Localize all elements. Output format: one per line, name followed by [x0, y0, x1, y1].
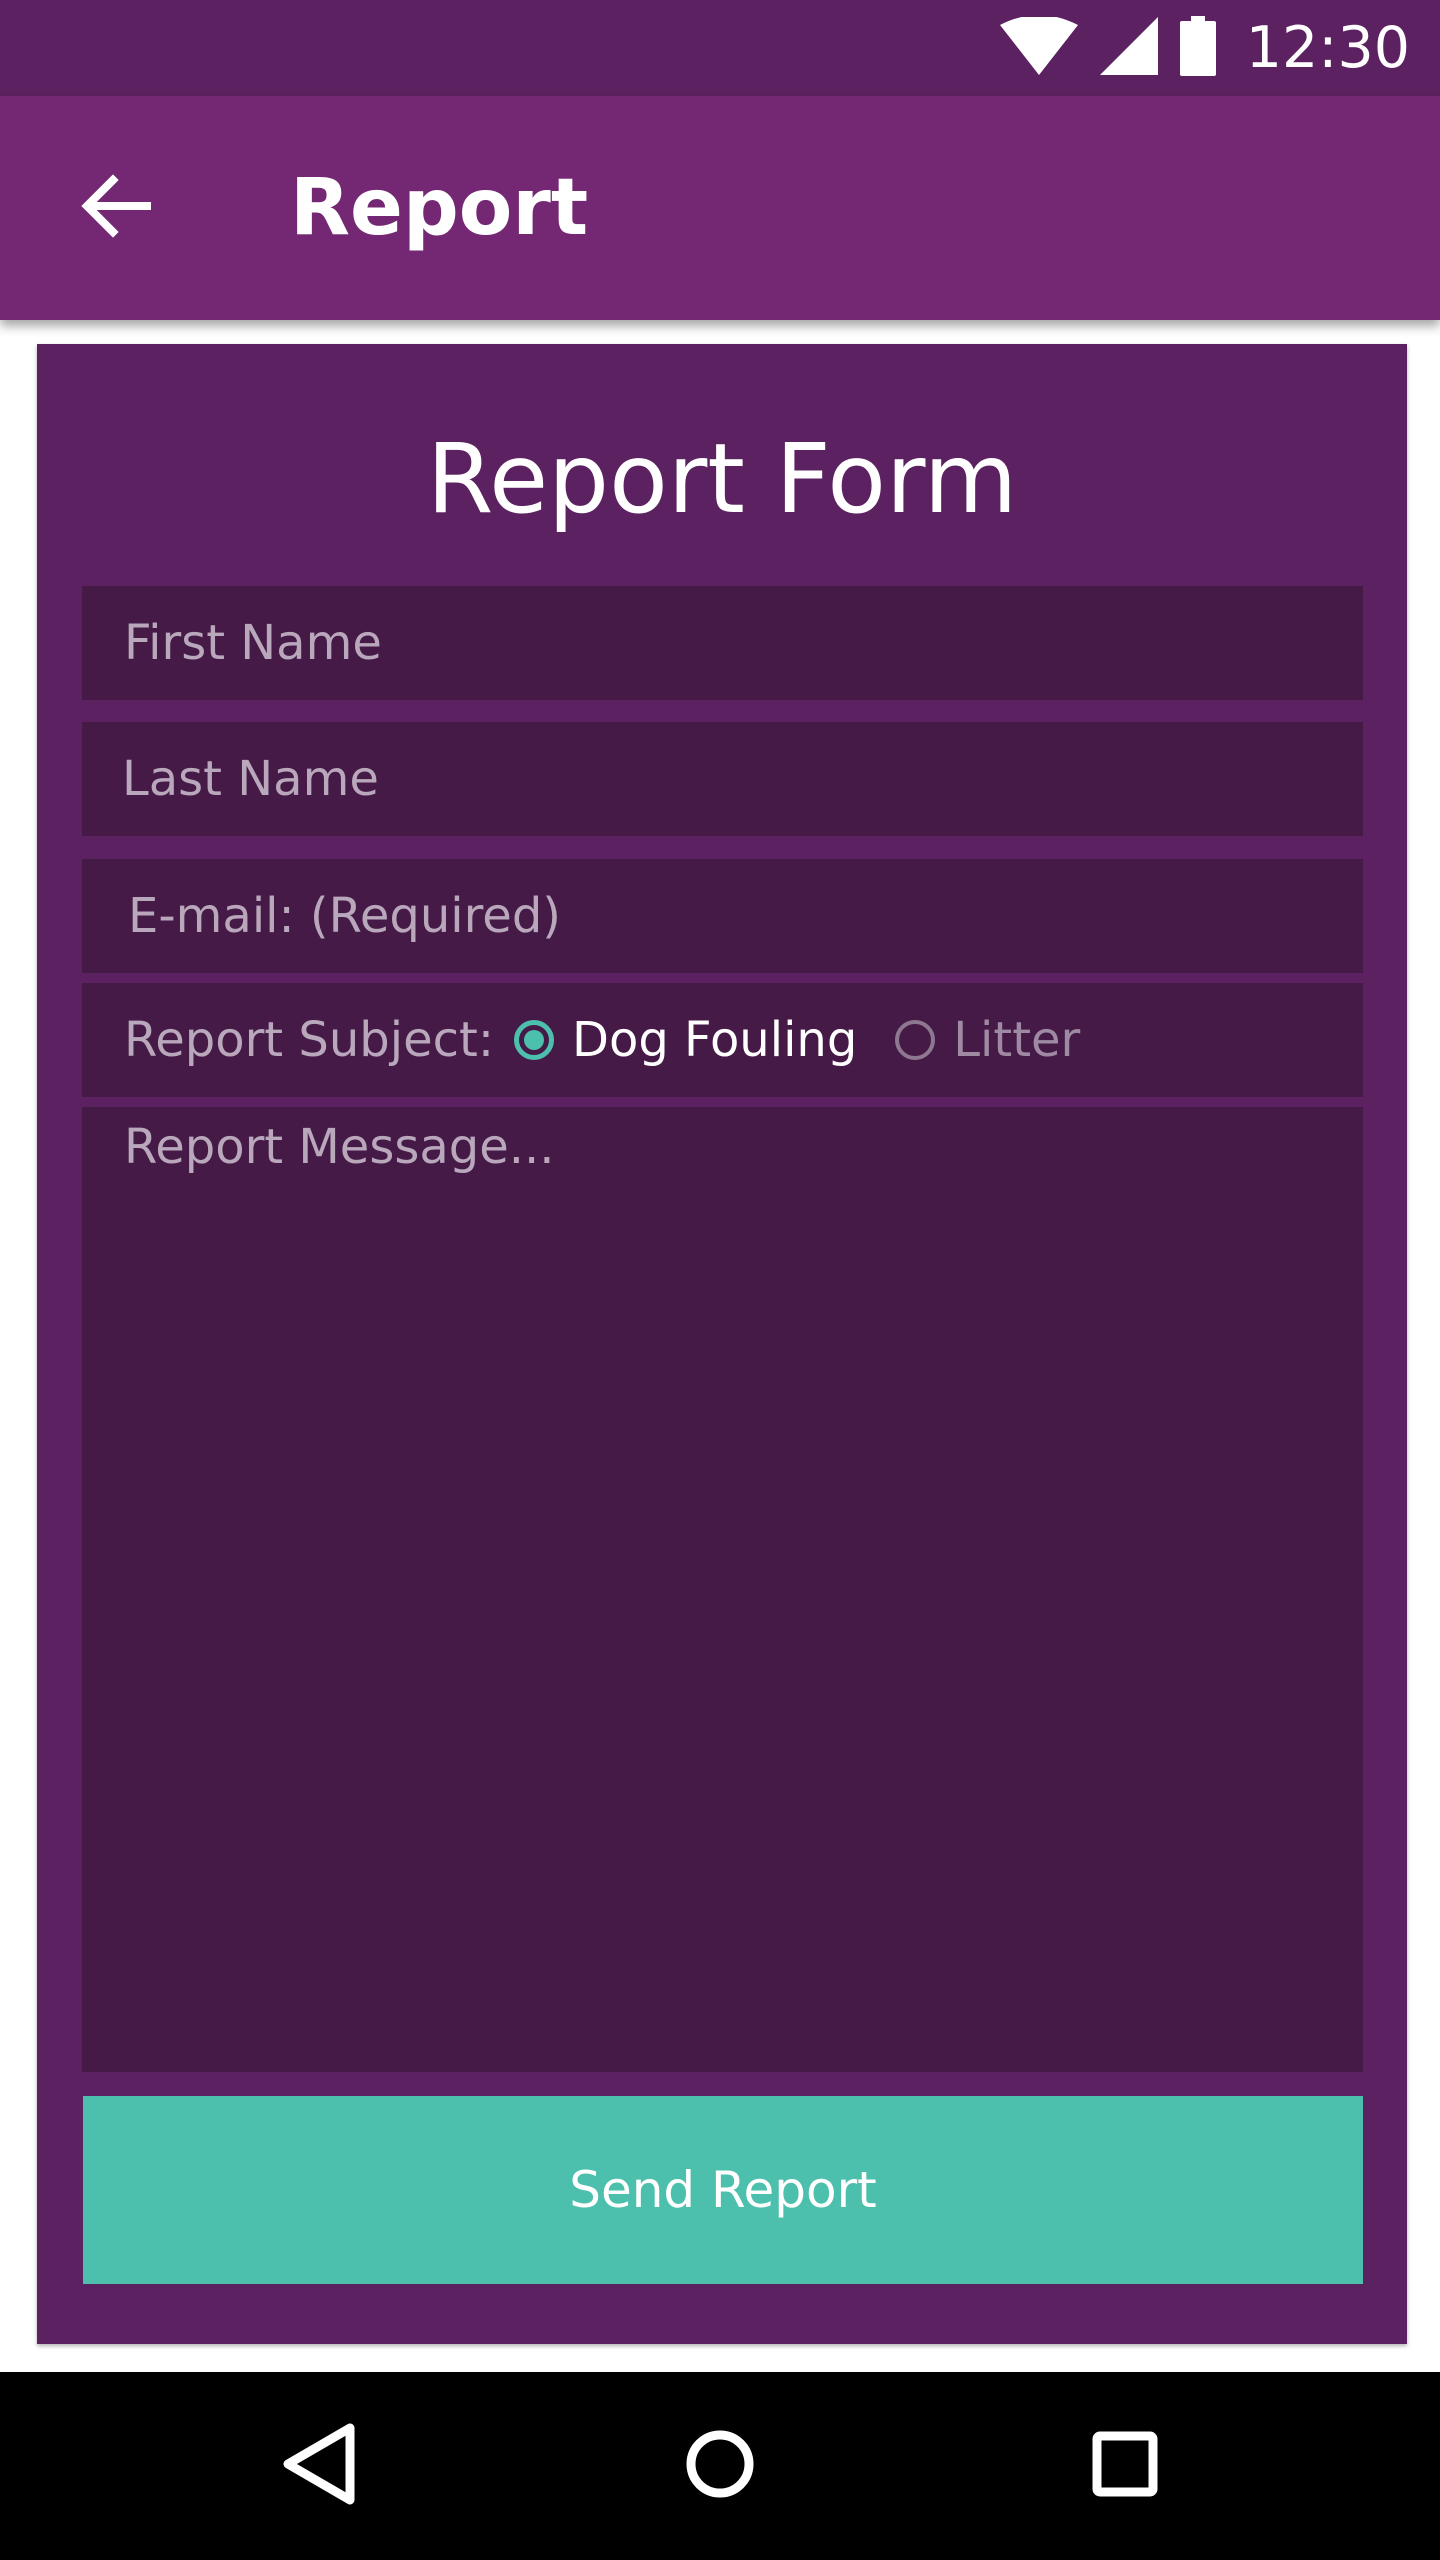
first-name-input[interactable]: First Name [82, 586, 1363, 700]
send-report-button[interactable]: Send Report [83, 2096, 1363, 2284]
email-placeholder: E-mail: (Required) [128, 888, 562, 944]
navigation-bar [0, 2372, 1440, 2560]
nav-home-button[interactable] [660, 2406, 780, 2526]
radio-unselected-icon [895, 1020, 936, 1060]
status-bar: 12:30 [0, 0, 1440, 96]
radio-selected-icon [513, 1020, 554, 1060]
last-name-placeholder: Last Name [122, 751, 379, 807]
report-message-placeholder: Report Message... [124, 1119, 555, 1175]
radio-dog-fouling[interactable]: Dog Fouling [513, 1012, 858, 1068]
radio-litter-label: Litter [953, 1012, 1081, 1068]
app-title: Report [290, 163, 589, 253]
nav-back-button[interactable] [260, 2406, 380, 2526]
first-name-placeholder: First Name [124, 615, 382, 671]
app-bar: Report [0, 96, 1440, 320]
wifi-icon [999, 14, 1078, 80]
radio-litter[interactable]: Litter [895, 1012, 1080, 1068]
radio-dog-fouling-label: Dog Fouling [571, 1012, 858, 1068]
report-message-textarea[interactable]: Report Message... [82, 1107, 1363, 2072]
nav-recents-icon [1092, 2431, 1158, 2502]
report-subject-label: Report Subject: [124, 1012, 494, 1068]
form-title: Report Form [426, 423, 1018, 535]
nav-recents-button[interactable] [1065, 2406, 1185, 2526]
nav-home-icon [685, 2429, 755, 2504]
battery-icon [1179, 15, 1216, 81]
email-input[interactable]: E-mail: (Required) [82, 859, 1363, 973]
status-icons: 12:30 [999, 0, 1410, 96]
report-subject-row: Report Subject: Dog Fouling Litter [82, 983, 1363, 1097]
report-form-card: Report Form First Name Last Name E-mail:… [37, 344, 1407, 2344]
back-button[interactable] [60, 152, 172, 264]
status-time: 12:30 [1245, 15, 1410, 81]
arrow-left-icon [81, 173, 151, 243]
nav-back-icon [280, 2422, 360, 2511]
last-name-input[interactable]: Last Name [82, 722, 1363, 836]
send-report-label: Send Report [569, 2161, 877, 2219]
cell-signal-icon [1099, 16, 1158, 80]
